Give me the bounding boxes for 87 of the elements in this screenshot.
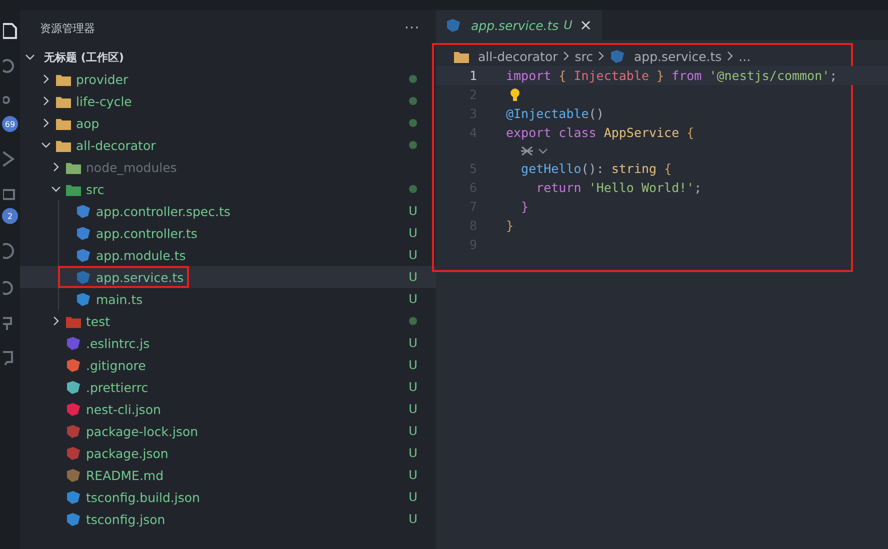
tree-item[interactable]: app.controller.spec.ts U (20, 200, 436, 222)
untracked-status: U (408, 248, 418, 262)
untracked-status: U (408, 468, 418, 482)
code-line: export class AppService { (506, 125, 694, 140)
file-name: app.controller.ts (96, 226, 198, 240)
tree-item[interactable]: .prettierrc U (20, 376, 436, 398)
untracked-status: U (408, 358, 418, 372)
line-number: 1 (468, 68, 478, 83)
tree-item[interactable]: nest-cli.json U (20, 398, 436, 420)
file-name: app.controller.spec.ts (96, 204, 232, 218)
tree-item[interactable]: tsconfig.build.json U (20, 486, 436, 508)
file-name: nest-cli.json (86, 402, 162, 416)
file-name: package.json (86, 446, 170, 460)
untracked-status: U (408, 292, 418, 306)
untracked-status: U (408, 336, 418, 350)
file-name: life-cycle (76, 94, 133, 108)
tree-item[interactable]: life-cycle (20, 90, 436, 112)
codelens-icon[interactable] (520, 144, 534, 156)
tree-item[interactable]: main.ts U (20, 288, 436, 310)
file-name: app.service.ts (96, 270, 185, 284)
untracked-status: U (408, 424, 418, 438)
tab-label: app.service.ts (471, 18, 559, 32)
chevron-right-icon (597, 51, 606, 61)
code-line: return 'Hello World!'; (535, 180, 702, 195)
tree-item[interactable]: package-lock.json U (20, 420, 436, 442)
untracked-status: U (408, 402, 418, 416)
workspace-label: 无标题 (工作区) (44, 50, 124, 64)
file-name: all-decorator (76, 138, 157, 152)
code-line: import { Injectable } from '@nestjs/common'; (506, 68, 838, 83)
tree-item[interactable]: provider (20, 68, 436, 90)
file-name: .gitignore (86, 358, 147, 372)
untracked-status: U (408, 270, 418, 284)
untracked-status: U (408, 446, 418, 460)
breadcrumb-item[interactable]: all-decorator (478, 48, 558, 64)
tree-item[interactable]: src (20, 178, 436, 200)
code-line: getHello(): string { (520, 161, 672, 176)
untracked-status: U (408, 490, 418, 504)
file-icon (610, 50, 625, 62)
file-name: app.module.ts (96, 248, 187, 262)
more-actions[interactable]: ··· (404, 20, 420, 36)
files-icon[interactable] (3, 22, 17, 40)
file-icon (446, 18, 461, 32)
lightbulb-icon[interactable] (510, 88, 520, 102)
tree-item[interactable]: app.controller.ts U (20, 222, 436, 244)
file-name: .eslintrc.js (86, 336, 151, 350)
file-name: main.ts (96, 292, 144, 306)
chevron-right-icon (726, 51, 735, 61)
file-name: README.md (86, 468, 165, 482)
tree-item[interactable]: all-decorator (20, 134, 436, 156)
untracked-status: U (408, 512, 418, 526)
tree-item[interactable]: .eslintrc.js U (20, 332, 436, 354)
count-badge: 69 (2, 116, 18, 132)
untracked-status: U (408, 226, 418, 240)
workspace-header[interactable]: 无标题 (工作区) (20, 46, 436, 68)
tree-item[interactable]: tsconfig.json U (20, 508, 436, 530)
explorer-title: 资源管理器 (40, 20, 95, 36)
tree-item[interactable]: aop (20, 112, 436, 134)
code-line: @Injectable() (506, 106, 604, 121)
breadcrumb-item[interactable]: ... (738, 48, 751, 64)
untracked-status: U (408, 380, 418, 394)
tree-item[interactable]: .gitignore U (20, 354, 436, 376)
folder-icon (454, 50, 469, 62)
close-button[interactable]: × (579, 16, 592, 34)
file-name: provider (76, 72, 130, 86)
tree-item[interactable]: app.service.ts U (20, 266, 436, 288)
file-name: test (86, 314, 112, 328)
file-name: aop (76, 116, 100, 130)
tree-item[interactable]: test (20, 310, 436, 332)
code-line: } (506, 218, 514, 233)
untracked-status: U (564, 18, 572, 32)
tree-item[interactable]: package.json U (20, 442, 436, 464)
tree-item[interactable]: app.module.ts U (20, 244, 436, 266)
file-name: package-lock.json (86, 424, 200, 438)
editor-tab[interactable]: app.service.ts U × (436, 10, 602, 40)
file-name: node_modules (86, 160, 178, 174)
file-name: src (86, 182, 106, 196)
run-icon[interactable] (3, 150, 17, 168)
untracked-status: U (408, 204, 418, 218)
breadcrumb-item[interactable]: src (574, 48, 593, 64)
file-name: tsconfig.json (86, 512, 166, 526)
chevron-right-icon (562, 51, 571, 61)
count-badge: 2 (2, 208, 18, 224)
tree-item[interactable]: README.md U (20, 464, 436, 486)
breadcrumb-item[interactable]: app.service.ts (634, 48, 722, 64)
file-name: .prettierrc (86, 380, 150, 394)
code-line: } (520, 199, 529, 214)
file-name: tsconfig.build.json (86, 490, 201, 504)
